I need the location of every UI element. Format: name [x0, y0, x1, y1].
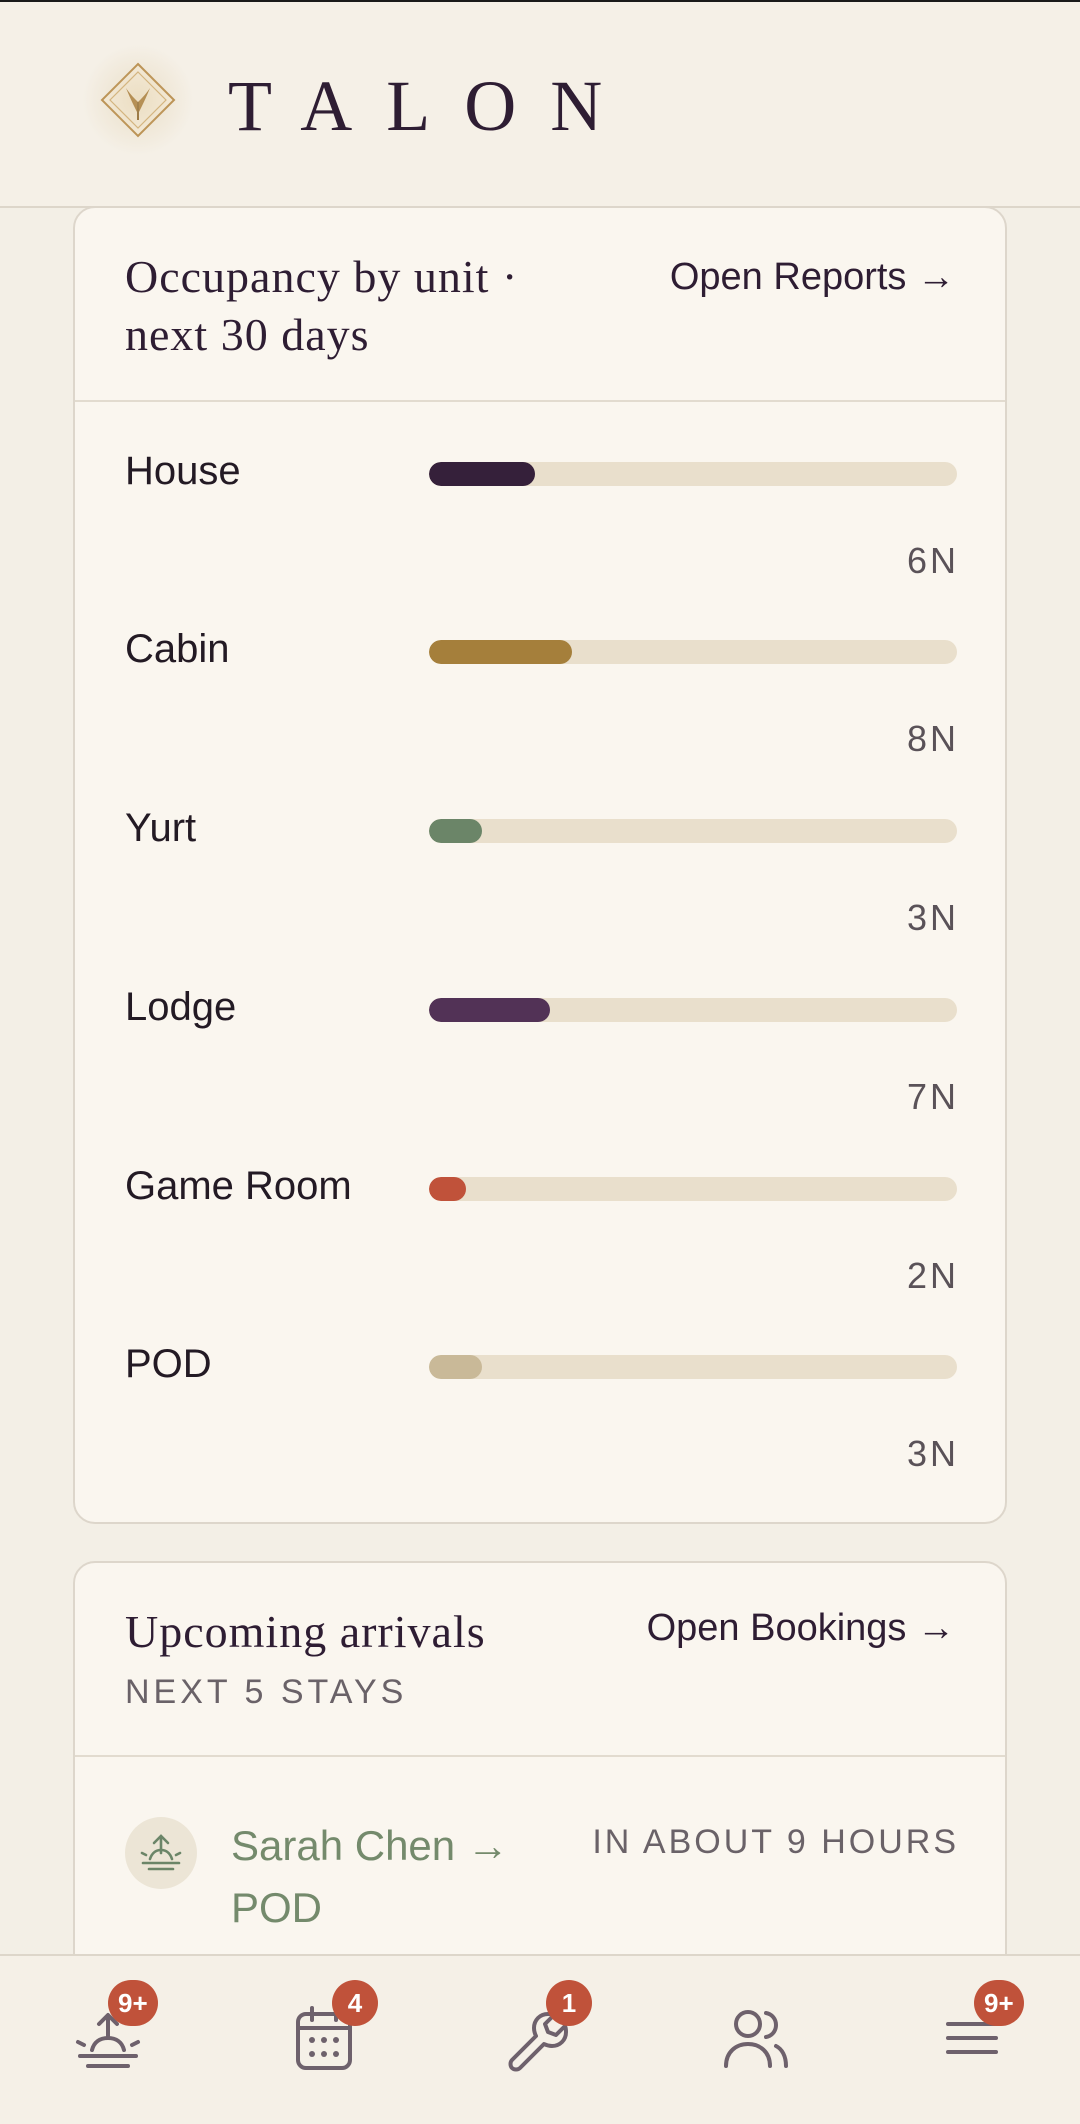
- occupancy-bar-track: [429, 1177, 957, 1201]
- unit-row-lodge: Lodge 7N: [75, 982, 1005, 1160]
- bottom-nav: 9+ 4 1 9+: [0, 1954, 1080, 2124]
- unit-row-cabin: Cabin 8N: [75, 624, 1005, 802]
- unit-nights: 3N: [906, 1433, 959, 1474]
- app-header: TALON: [0, 2, 1080, 208]
- unit-name: POD: [125, 1342, 212, 1386]
- arrival-list-item[interactable]: Sarah Chen → POD IN ABOUT 9 HOURS: [75, 1759, 1005, 1959]
- unit-name: Yurt: [125, 806, 197, 850]
- occupancy-bar-track: [429, 998, 957, 1022]
- unit-row-game-room: Game Room 2N: [75, 1161, 1005, 1339]
- occupancy-bar-track: [429, 1355, 957, 1379]
- unit-name: Game Room: [125, 1164, 352, 1208]
- arrivals-card-header: Upcoming arrivals NEXT 5 STAYS Open Book…: [75, 1563, 1005, 1757]
- unit-nights: 7N: [906, 1076, 959, 1117]
- unit-name: Lodge: [125, 985, 237, 1029]
- occupancy-bar-track: [429, 640, 957, 664]
- nav-badge: 1: [546, 1980, 592, 2026]
- unit-name: Cabin: [125, 627, 230, 671]
- nav-badge: 9+: [974, 1980, 1024, 2026]
- unit-nights: 6N: [906, 540, 959, 581]
- occupancy-bar-track: [429, 819, 957, 843]
- occupancy-title: Occupancy by unit · next 30 days: [125, 251, 519, 360]
- brand-wordmark: TALON: [228, 66, 637, 146]
- nav-calendar[interactable]: 4: [286, 1980, 378, 2070]
- occupancy-card-header: Occupancy by unit · next 30 days Open Re…: [75, 208, 1005, 402]
- open-reports-link[interactable]: Open Reports →: [670, 256, 955, 299]
- occupancy-bar-fill: [429, 998, 551, 1022]
- unit-row-yurt: Yurt 3N: [75, 803, 1005, 981]
- nav-maintenance[interactable]: 1: [502, 1980, 592, 2072]
- arrival-icon-wrap: [125, 1817, 197, 1889]
- arrival-time: IN ABOUT 9 HOURS: [592, 1823, 959, 1861]
- occupancy-bar-track: [429, 462, 957, 486]
- unit-nights: 2N: [906, 1255, 959, 1296]
- sunrise-icon: [140, 1834, 182, 1871]
- occupancy-bar-fill: [429, 1177, 466, 1201]
- arrivals-card: Upcoming arrivals NEXT 5 STAYS Open Book…: [73, 1561, 1007, 2001]
- arrivals-title: Upcoming arrivals: [125, 1606, 486, 1657]
- occupancy-bar-fill: [429, 462, 535, 486]
- nav-badge: 9+: [108, 1980, 158, 2026]
- nav-guests[interactable]: [718, 1992, 794, 2068]
- nav-menu[interactable]: 9+: [934, 1980, 1024, 2068]
- arrivals-subtitle: NEXT 5 STAYS: [125, 1673, 408, 1711]
- arrival-guest-unit[interactable]: Sarah Chen → POD: [231, 1815, 561, 1939]
- unit-nights: 8N: [906, 718, 959, 759]
- unit-nights: 3N: [906, 897, 959, 938]
- unit-row-house: House 6N: [75, 446, 1005, 624]
- occupancy-card: Occupancy by unit · next 30 days Open Re…: [73, 206, 1007, 1524]
- users-icon: [724, 2010, 788, 2068]
- unit-row-pod: POD 3N: [75, 1339, 1005, 1517]
- nav-arrivals[interactable]: 9+: [70, 1980, 158, 2068]
- talon-logo[interactable]: [82, 44, 194, 156]
- occupancy-bar-fill: [429, 640, 572, 664]
- occupancy-bar-fill: [429, 1355, 482, 1379]
- occupancy-bar-fill: [429, 819, 482, 843]
- nav-badge: 4: [332, 1980, 378, 2026]
- unit-name: House: [125, 449, 241, 493]
- open-bookings-link[interactable]: Open Bookings →: [647, 1607, 955, 1650]
- logo-glow: [82, 44, 194, 156]
